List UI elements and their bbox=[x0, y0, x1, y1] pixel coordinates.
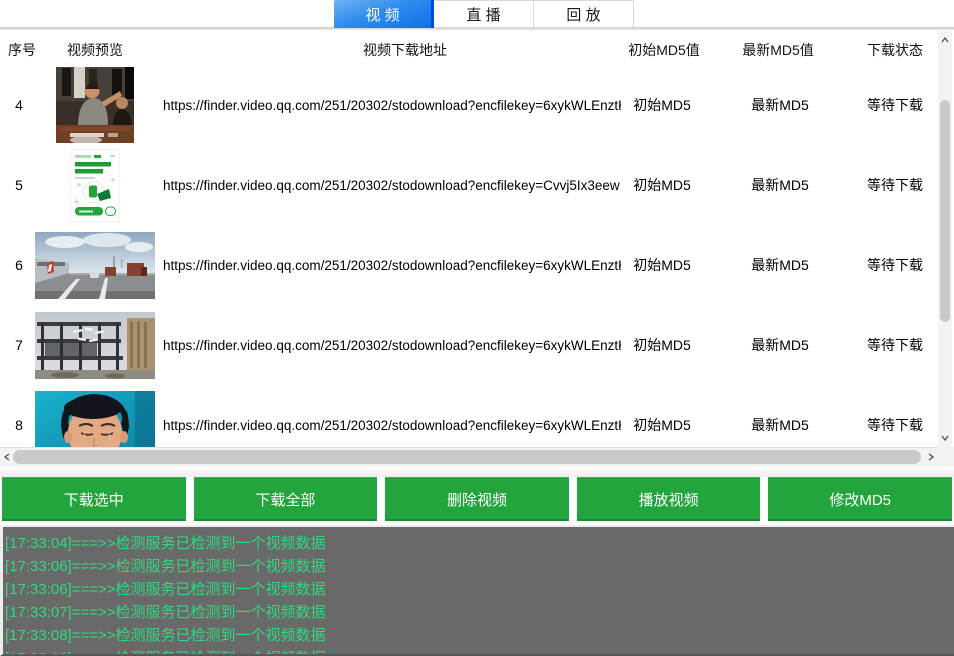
table-row[interactable]: 7 bbox=[0, 305, 938, 385]
row-latest-md5: 最新MD5 bbox=[740, 65, 820, 145]
thumbnail-construction-site bbox=[35, 305, 155, 385]
delete-video-button[interactable]: 删除视频 bbox=[385, 477, 569, 521]
tab-bar: 视 频 直 播 回 放 bbox=[334, 0, 634, 28]
log-line: [17:33:08]===>>检测服务已检测到一个视频数据 bbox=[5, 647, 954, 656]
horizontal-scrollbar-thumb[interactable] bbox=[13, 450, 921, 464]
modify-md5-button[interactable]: 修改MD5 bbox=[768, 477, 952, 521]
header-status: 下载状态 bbox=[862, 40, 928, 60]
row-status: 等待下载 bbox=[860, 305, 930, 385]
tab-video[interactable]: 视 频 bbox=[334, 0, 434, 28]
tab-replay[interactable]: 回 放 bbox=[534, 0, 634, 28]
scrollbar-corner bbox=[938, 447, 954, 466]
thumbnail-banquet-crowd bbox=[35, 65, 155, 145]
log-line: [17:33:04]===>>检测服务已检测到一个视频数据 bbox=[5, 532, 954, 555]
row-status: 等待下载 bbox=[860, 145, 930, 225]
log-line: [17:33:06]===>>检测服务已检测到一个视频数据 bbox=[5, 555, 954, 578]
row-latest-md5: 最新MD5 bbox=[740, 145, 820, 225]
log-line: [17:33:06]===>>检测服务已检测到一个视频数据 bbox=[5, 578, 954, 601]
scroll-left-icon[interactable] bbox=[3, 453, 11, 461]
row-download-url: https://finder.video.qq.com/251/20302/st… bbox=[163, 225, 621, 305]
button-panel-top-strip bbox=[0, 466, 954, 477]
row-index: 6 bbox=[5, 225, 33, 305]
row-latest-md5: 最新MD5 bbox=[740, 225, 820, 305]
table-row[interactable]: 5 https://finder.video.qq.co bbox=[0, 145, 938, 225]
log-line: [17:33:08]===>>检测服务已检测到一个视频数据 bbox=[5, 624, 954, 647]
download-selected-button[interactable]: 下载选中 bbox=[2, 477, 186, 521]
header-preview: 视频预览 bbox=[60, 40, 130, 60]
header-latest-md5: 最新MD5值 bbox=[738, 40, 818, 60]
row-index: 4 bbox=[5, 65, 33, 145]
action-button-bar: 下载选中 下载全部 删除视频 播放视频 修改MD5 bbox=[0, 477, 954, 521]
row-download-url: https://finder.video.qq.com/251/20302/st… bbox=[163, 145, 621, 225]
log-line: [17:33:07]===>>检测服务已检测到一个视频数据 bbox=[5, 601, 954, 624]
header-index: 序号 bbox=[5, 40, 39, 60]
header-url: 视频下载地址 bbox=[330, 40, 480, 60]
row-latest-md5: 最新MD5 bbox=[740, 305, 820, 385]
vertical-scrollbar[interactable] bbox=[938, 31, 952, 447]
vertical-scrollbar-thumb[interactable] bbox=[940, 100, 950, 322]
thumbnail-green-poster bbox=[35, 145, 155, 225]
table-row[interactable]: 4 https:// bbox=[0, 65, 938, 145]
row-initial-md5: 初始MD5 bbox=[622, 225, 702, 305]
row-index: 7 bbox=[5, 305, 33, 385]
table-row[interactable]: 6 bbox=[0, 225, 938, 305]
app-window: 视 频 直 播 回 放 序号 视频预览 视频下载地址 初始MD5值 最新MD5值… bbox=[0, 0, 954, 656]
horizontal-scrollbar[interactable] bbox=[0, 447, 938, 466]
thumbnail-highway-dashcam bbox=[35, 225, 155, 305]
row-initial-md5: 初始MD5 bbox=[622, 145, 702, 225]
row-status: 等待下载 bbox=[860, 225, 930, 305]
header-initial-md5: 初始MD5值 bbox=[624, 40, 704, 60]
tab-live[interactable]: 直 播 bbox=[434, 0, 534, 28]
table-header: 序号 视频预览 视频下载地址 初始MD5值 最新MD5值 下载状态 bbox=[0, 40, 938, 60]
download-all-button[interactable]: 下载全部 bbox=[194, 477, 378, 521]
row-initial-md5: 初始MD5 bbox=[622, 305, 702, 385]
row-status: 等待下载 bbox=[860, 65, 930, 145]
scroll-right-icon[interactable] bbox=[927, 453, 935, 461]
row-index: 5 bbox=[5, 145, 33, 225]
scroll-down-icon[interactable] bbox=[941, 434, 949, 442]
play-video-button[interactable]: 播放视频 bbox=[577, 477, 761, 521]
log-panel: [17:33:04]===>>检测服务已检测到一个视频数据 [17:33:06]… bbox=[0, 525, 954, 656]
row-download-url: https://finder.video.qq.com/251/20302/st… bbox=[163, 305, 621, 385]
row-download-url: https://finder.video.qq.com/251/20302/st… bbox=[163, 65, 621, 145]
scroll-up-icon[interactable] bbox=[941, 36, 949, 44]
row-initial-md5: 初始MD5 bbox=[622, 65, 702, 145]
